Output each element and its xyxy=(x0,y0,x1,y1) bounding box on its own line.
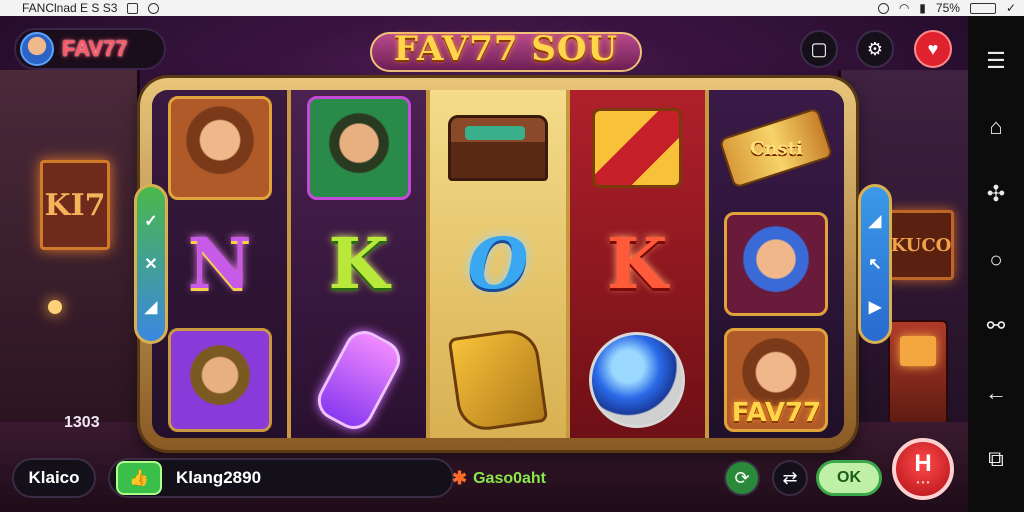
symbol-cat-portrait xyxy=(724,212,829,316)
screenshot-icon[interactable]: ⧉ xyxy=(981,447,1011,470)
player-profile[interactable]: FAV77 xyxy=(14,28,166,70)
heart-icon: ♥ xyxy=(927,38,939,59)
battery-level: 75% xyxy=(935,1,960,15)
circle-home-icon[interactable]: ○ xyxy=(981,248,1011,271)
settings-button[interactable]: ⚙ xyxy=(856,30,894,68)
right-shop-sign: KUCO xyxy=(888,210,954,280)
bet-button[interactable]: 👍 xyxy=(116,461,162,495)
game-status-text: Gaso0aht xyxy=(473,469,547,487)
reel-cell xyxy=(291,322,426,438)
game-title: FAV77 SOU xyxy=(370,24,642,74)
signal-icon: ▮ xyxy=(919,1,926,15)
reel-5: Cnsti FAV77 xyxy=(708,90,844,438)
symbol-shield-portrait xyxy=(306,96,411,200)
menu-pill-label: Klaico xyxy=(28,468,80,487)
reel-2: K xyxy=(291,90,431,438)
reel-cell: Cnsti xyxy=(709,90,844,206)
reel-cell xyxy=(152,322,287,438)
bottom-control-bar: Klaico 👍 Klang2890 ✱ Gaso0aht ⟳ ⇄ OK xyxy=(0,452,968,512)
ok-button[interactable]: OK xyxy=(816,460,882,496)
autoplay-button[interactable]: ⟳ xyxy=(724,460,760,496)
reel-3: O xyxy=(430,90,570,438)
system-navigation-bar: ☰ ⌂ ✣ ○ ⚯ ← ⧉ xyxy=(968,16,1024,512)
menu-pill-button[interactable]: Klaico xyxy=(12,458,96,498)
reel-1: N xyxy=(152,90,292,438)
reel-cell xyxy=(430,322,565,438)
link-icon[interactable]: ⚯ xyxy=(981,315,1011,337)
symbol-letter-k-red: K xyxy=(606,222,668,305)
reels-grid: N K O K Cnsti FAV77 xyxy=(152,90,844,438)
arcade-machine xyxy=(888,320,948,430)
notification-icon xyxy=(127,2,139,14)
system-status-bar: FANClnad E S S3 ◠ ▮ 75% ✓ xyxy=(0,0,1024,16)
left-shop-sign: KI7 xyxy=(40,160,110,250)
repeat-button[interactable]: ⇄ xyxy=(772,460,808,496)
spin-sub-dots: • • • xyxy=(916,477,930,487)
reel-4: K xyxy=(569,90,709,438)
symbol-letter-o: O xyxy=(467,222,529,305)
symbol-crystal-tube xyxy=(310,324,407,436)
spin-button[interactable]: H • • • xyxy=(892,438,954,500)
symbol-goggles-portrait xyxy=(167,328,272,432)
symbol-letter-k: K xyxy=(328,222,390,305)
status-bar-text: FANClnad E S S3 xyxy=(22,1,118,15)
gear-icon: ⚙ xyxy=(866,38,884,59)
menu-icon[interactable]: ☰ xyxy=(981,50,1011,72)
alarm-icon xyxy=(877,2,889,14)
arrow-up-left-icon[interactable]: ↖ xyxy=(868,254,881,274)
side-value-readout: 1303 xyxy=(64,414,100,431)
avatar[interactable] xyxy=(20,32,54,66)
reel-cell xyxy=(570,90,705,206)
reel-cell xyxy=(430,90,565,206)
symbol-blue-orb xyxy=(589,332,686,428)
game-status-message: ✱ Gaso0aht xyxy=(452,468,546,489)
brand-name: FAV77 xyxy=(62,36,128,61)
wild-label: FAV77 xyxy=(731,398,822,428)
street-lamp xyxy=(48,300,62,314)
battery-icon xyxy=(969,2,996,14)
corner-arrow-icon[interactable]: ◢ xyxy=(869,211,881,231)
left-control-paddle[interactable]: ✓ ✕ ◢ xyxy=(134,184,168,344)
play-icon[interactable]: ▶ xyxy=(869,297,881,317)
reel-cell: O xyxy=(430,206,565,322)
symbol-golden-boot xyxy=(447,326,549,434)
close-icon[interactable]: ✕ xyxy=(144,254,157,274)
left-building: KI7 xyxy=(0,70,140,430)
back-icon[interactable]: ← xyxy=(981,381,1011,404)
sparkle-icon: ✱ xyxy=(452,468,468,488)
symbol-scroll: Cnsti xyxy=(718,107,834,189)
reel-cell: K xyxy=(570,206,705,322)
scroll-text: Cnsti xyxy=(750,137,803,159)
home-outline-icon[interactable]: ⌂ xyxy=(981,116,1011,138)
repeat-icon: ⇄ xyxy=(782,467,798,488)
reel-cell: N xyxy=(152,206,287,322)
reel-cell xyxy=(291,90,426,206)
wifi-icon: ◠ xyxy=(898,1,910,15)
spin-button-label: H xyxy=(914,449,932,477)
refresh-icon: ⟳ xyxy=(734,467,750,488)
reel-cell xyxy=(152,90,287,206)
favorite-button[interactable]: ♥ xyxy=(914,30,952,68)
symbol-hero-portrait xyxy=(167,96,272,200)
expand-icon[interactable]: ✓ xyxy=(1006,1,1016,15)
document-icon: ▢ xyxy=(810,38,828,59)
symbol-treasure-chest xyxy=(448,115,548,181)
symbol-letter-n: N xyxy=(187,222,252,305)
bet-panel: 👍 Klang2890 xyxy=(108,458,454,498)
notification-icon-2 xyxy=(148,2,160,14)
right-control-paddle[interactable]: ◢ ↖ ▶ xyxy=(858,184,892,344)
check-icon[interactable]: ✓ xyxy=(144,211,157,231)
game-title-text: FAV77 SOU xyxy=(393,29,619,69)
corner-arrow-icon[interactable]: ◢ xyxy=(145,297,157,317)
reels-frame: N K O K Cnsti FAV77 xyxy=(140,78,856,450)
reel-cell xyxy=(709,206,844,322)
reel-cell xyxy=(570,322,705,438)
symbol-gold-coins xyxy=(592,108,683,188)
reel-cell: FAV77 xyxy=(709,322,844,438)
info-button[interactable]: ▢ xyxy=(800,30,838,68)
puzzle-icon[interactable]: ✣ xyxy=(981,182,1011,205)
thumbs-up-icon: 👍 xyxy=(129,470,149,487)
reel-cell: K xyxy=(291,206,426,322)
bet-label: Klang2890 xyxy=(176,468,262,487)
